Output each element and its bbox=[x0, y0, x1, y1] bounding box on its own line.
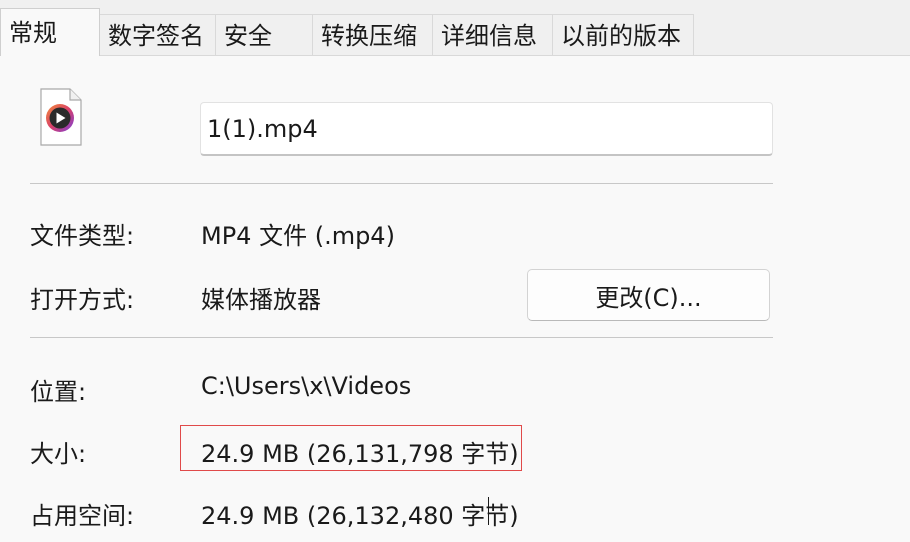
tab-digital-signatures[interactable]: 数字签名 bbox=[99, 14, 216, 56]
size-value: 24.9 MB (26,131,798 字节) bbox=[201, 440, 519, 468]
size-label: 大小: bbox=[30, 440, 87, 468]
tab-strip: 常规 数字签名 安全 转换压缩 详细信息 以前的版本 bbox=[0, 0, 910, 56]
opens-with-value: 媒体播放器 bbox=[201, 286, 321, 314]
change-button[interactable]: 更改(C)... bbox=[527, 269, 770, 321]
separator bbox=[30, 183, 773, 184]
file-type-value: MP4 文件 (.mp4) bbox=[201, 222, 395, 250]
file-type-label: 文件类型: bbox=[30, 222, 135, 250]
tab-general[interactable]: 常规 bbox=[0, 8, 100, 56]
size-on-disk-label: 占用空间: bbox=[30, 502, 135, 530]
location-value: C:\Users\x\Videos bbox=[201, 372, 412, 400]
video-file-icon bbox=[40, 88, 82, 146]
text-cursor bbox=[488, 497, 489, 525]
size-on-disk-value: 24.9 MB (26,132,480 字节) bbox=[201, 502, 519, 530]
file-name-field[interactable] bbox=[200, 102, 773, 156]
tab-security[interactable]: 安全 bbox=[215, 14, 313, 56]
tab-previous-versions[interactable]: 以前的版本 bbox=[552, 14, 694, 56]
separator bbox=[30, 337, 773, 338]
tab-details[interactable]: 详细信息 bbox=[432, 14, 553, 56]
opens-with-label: 打开方式: bbox=[30, 286, 135, 314]
location-label: 位置: bbox=[30, 378, 87, 406]
tab-convert-compress[interactable]: 转换压缩 bbox=[312, 14, 433, 56]
